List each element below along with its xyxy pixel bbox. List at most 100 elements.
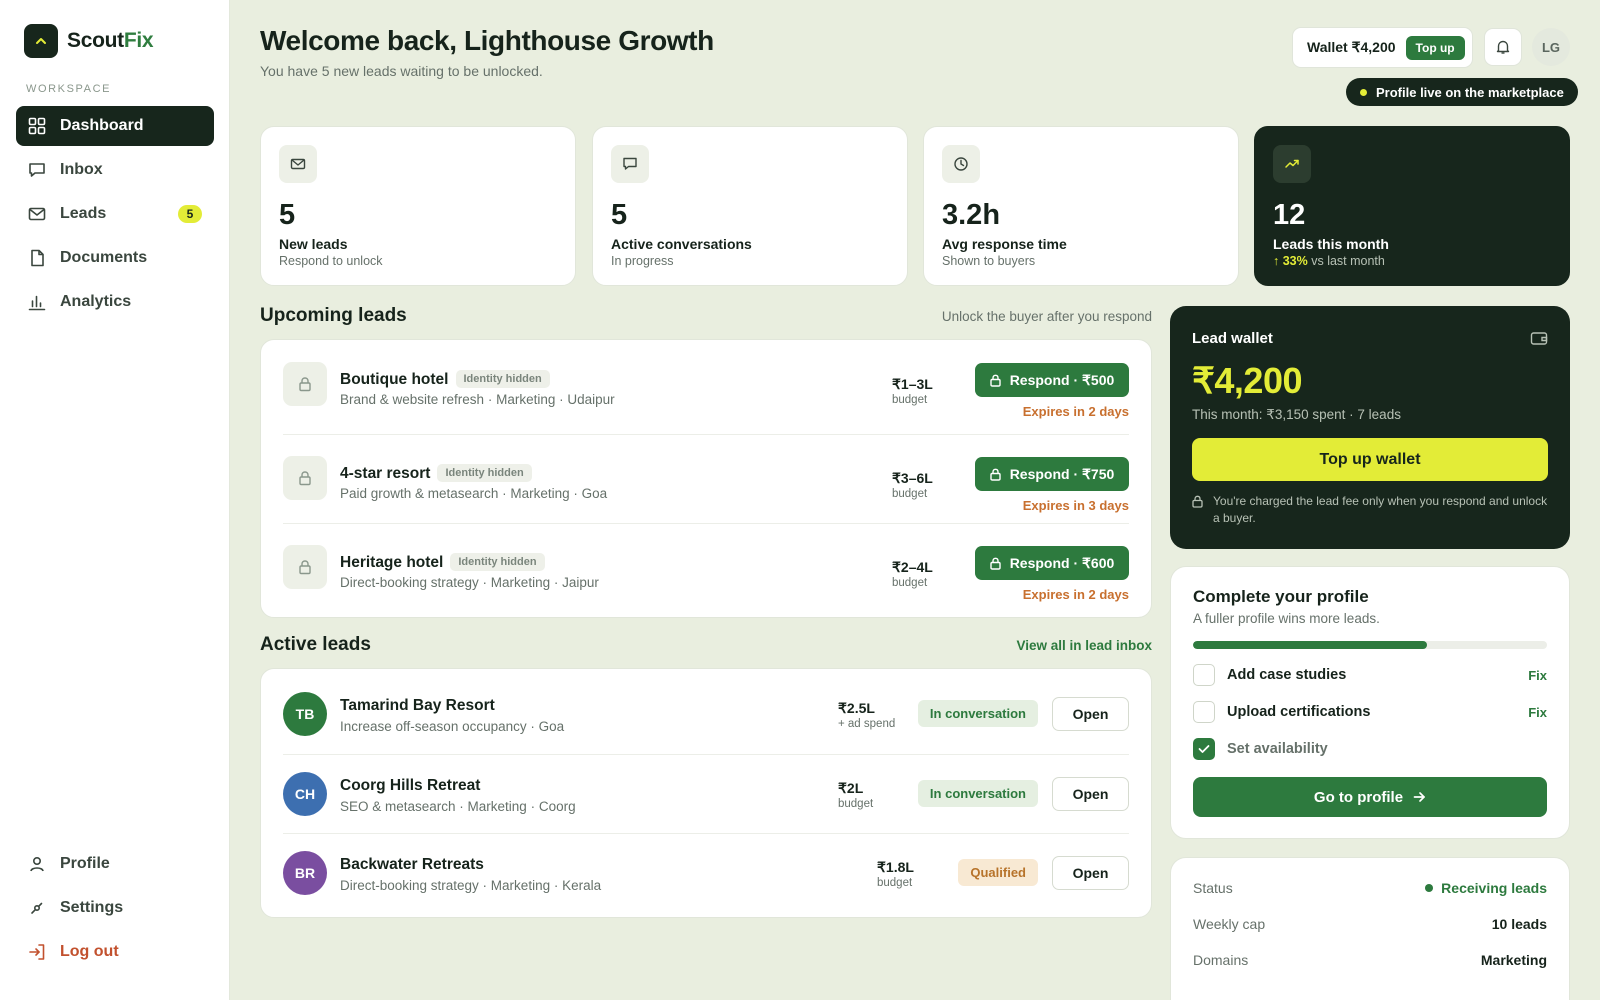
live-dot-icon xyxy=(1360,88,1367,96)
domains-row: Domains Marketing xyxy=(1193,952,1547,968)
lock-icon xyxy=(1192,495,1203,508)
lead-description: SEO & metasearch · Marketing · Coorg xyxy=(340,799,576,814)
status-badge: In conversation xyxy=(917,780,1038,807)
sidebar-item-settings[interactable]: Settings xyxy=(16,888,214,928)
lead-title: Boutique hotel Identity hidden xyxy=(340,370,550,389)
sidebar-item-dashboard[interactable]: Dashboard xyxy=(16,106,214,146)
fix-link[interactable]: Fix xyxy=(1528,668,1547,683)
wallet-amount: ₹4,200 xyxy=(1192,360,1303,401)
lead-budget: ₹2–4L budget xyxy=(892,559,933,589)
status-badge: In conversation xyxy=(917,700,1038,727)
stat-value: 3.2h xyxy=(942,199,1001,231)
open-button[interactable]: Open xyxy=(1052,856,1129,890)
leads-count-badge: 5 xyxy=(178,205,202,223)
bell-icon xyxy=(1496,40,1510,54)
lead-budget: ₹2L budget xyxy=(838,780,874,810)
lead-title: 4-star resort Identity hidden xyxy=(340,464,532,483)
task-label: Set availability xyxy=(1227,741,1328,757)
respond-button[interactable]: Respond · ₹600 xyxy=(975,546,1129,580)
notifications-button[interactable] xyxy=(1484,28,1522,66)
open-button[interactable]: Open xyxy=(1052,697,1129,731)
profile-progress-fill xyxy=(1193,641,1427,649)
list-item: TB Tamarind Bay Resort Increase off-seas… xyxy=(283,669,1129,758)
sidebar-item-leads[interactable]: Leads 5 xyxy=(16,194,214,234)
chat-icon xyxy=(611,145,649,183)
trend-up-icon xyxy=(1273,145,1311,183)
lead-title: Coorg Hills Retreat xyxy=(340,777,481,794)
weekly-cap-row: Weekly cap 10 leads xyxy=(1193,916,1547,932)
respond-button[interactable]: Respond · ₹500 xyxy=(975,363,1129,397)
sidebar-item-inbox[interactable]: Inbox xyxy=(16,150,214,190)
go-to-profile-button[interactable]: Go to profile xyxy=(1193,777,1547,817)
stat-card-active-conversations: 5 Active conversations In progress xyxy=(592,126,908,286)
status-badge: Qualified xyxy=(958,859,1038,886)
lead-description: Direct-booking strategy · Marketing · Ja… xyxy=(340,575,599,590)
status-dot-icon xyxy=(1425,884,1434,892)
lead-description: Increase off-season occupancy · Goa xyxy=(340,719,565,734)
respond-button[interactable]: Respond · ₹750 xyxy=(975,457,1129,491)
task-checkbox[interactable] xyxy=(1193,701,1215,723)
top-up-button[interactable]: Top up xyxy=(1405,35,1465,60)
task-checkbox[interactable] xyxy=(1193,738,1215,760)
task-checkbox[interactable] xyxy=(1193,664,1215,686)
complete-profile-card: Complete your profile A fuller profile w… xyxy=(1170,566,1570,839)
lead-wallet-title: Lead wallet xyxy=(1192,330,1273,347)
sidebar-item-label: Leads xyxy=(60,205,107,222)
stat-value: 5 xyxy=(611,199,628,231)
list-item: BR Backwater Retreats Direct-booking str… xyxy=(283,833,1129,922)
brand-logo-icon xyxy=(24,24,58,58)
stat-value: 12 xyxy=(1273,199,1306,231)
sidebar-item-analytics[interactable]: Analytics xyxy=(16,282,214,322)
profile-progress-bar xyxy=(1193,641,1547,649)
lead-budget: ₹2.5L + ad spend xyxy=(838,700,896,730)
lead-description: Paid growth & metasearch · Marketing · G… xyxy=(340,486,608,501)
user-icon xyxy=(28,855,46,873)
brand[interactable]: ScoutFix xyxy=(24,24,154,58)
open-button[interactable]: Open xyxy=(1052,777,1129,811)
top-up-wallet-button[interactable]: Top up wallet xyxy=(1192,438,1548,481)
stat-label: Leads this month xyxy=(1273,236,1389,252)
lock-icon xyxy=(283,362,327,406)
stat-subtext: Respond to unlock xyxy=(279,254,383,268)
user-avatar[interactable]: LG xyxy=(1532,28,1570,66)
stat-subtext: ↑ 33% vs last month xyxy=(1273,254,1385,268)
fix-link[interactable]: Fix xyxy=(1528,705,1547,720)
lead-budget: ₹1.8L budget xyxy=(877,859,914,889)
page-title: Welcome back, Lighthouse Growth xyxy=(260,25,714,56)
active-leads-list: TB Tamarind Bay Resort Increase off-seas… xyxy=(260,668,1152,918)
avatar: CH xyxy=(283,772,327,816)
avatar: BR xyxy=(283,851,327,895)
upcoming-leads-hint: Unlock the buyer after you respond xyxy=(941,309,1152,324)
lead-expiry: Expires in 2 days xyxy=(1022,404,1129,419)
profile-task-certifications: Upload certifications Fix xyxy=(1193,700,1547,724)
stat-label: Avg response time xyxy=(942,236,1067,252)
view-all-leads-link[interactable]: View all in lead inbox xyxy=(1016,638,1152,653)
wallet-chip[interactable]: Wallet ₹4,200 Top up xyxy=(1292,27,1473,68)
sidebar-item-logout[interactable]: Log out xyxy=(16,932,214,972)
upcoming-leads-list: Boutique hotel Identity hidden Brand & we… xyxy=(260,339,1152,618)
sidebar-item-label: Inbox xyxy=(60,161,103,178)
active-leads-title: Active leads xyxy=(260,634,371,655)
lead-expiry: Expires in 2 days xyxy=(1022,587,1129,602)
brand-name: ScoutFix xyxy=(67,29,154,52)
lock-icon xyxy=(989,468,1001,481)
lead-status-card: Status Receiving leads Weekly cap 10 lea… xyxy=(1170,857,1570,1000)
mail-icon xyxy=(28,205,46,223)
stat-subtext: Shown to buyers xyxy=(942,254,1036,268)
stat-subtext: In progress xyxy=(611,254,674,268)
sidebar-item-label: Profile xyxy=(60,855,110,872)
stat-card-response-time: 3.2h Avg response time Shown to buyers xyxy=(923,126,1239,286)
complete-profile-subtitle: A fuller profile wins more leads. xyxy=(1193,611,1380,626)
status-row: Status Receiving leads xyxy=(1193,880,1547,896)
profile-live-status: Profile live on the marketplace xyxy=(1346,78,1578,106)
lead-title: Tamarind Bay Resort xyxy=(340,697,495,714)
identity-hidden-badge: Identity hidden xyxy=(455,370,550,388)
sidebar-item-label: Dashboard xyxy=(60,117,144,134)
sidebar-item-profile[interactable]: Profile xyxy=(16,844,214,884)
task-label: Upload certifications xyxy=(1227,704,1371,720)
lead-description: Brand & website refresh · Marketing · Ud… xyxy=(340,392,615,407)
workspace-label: WORKSPACE xyxy=(26,83,112,95)
sidebar-item-label: Log out xyxy=(60,943,119,960)
sidebar-item-documents[interactable]: Documents xyxy=(16,238,214,278)
lock-icon xyxy=(283,545,327,589)
